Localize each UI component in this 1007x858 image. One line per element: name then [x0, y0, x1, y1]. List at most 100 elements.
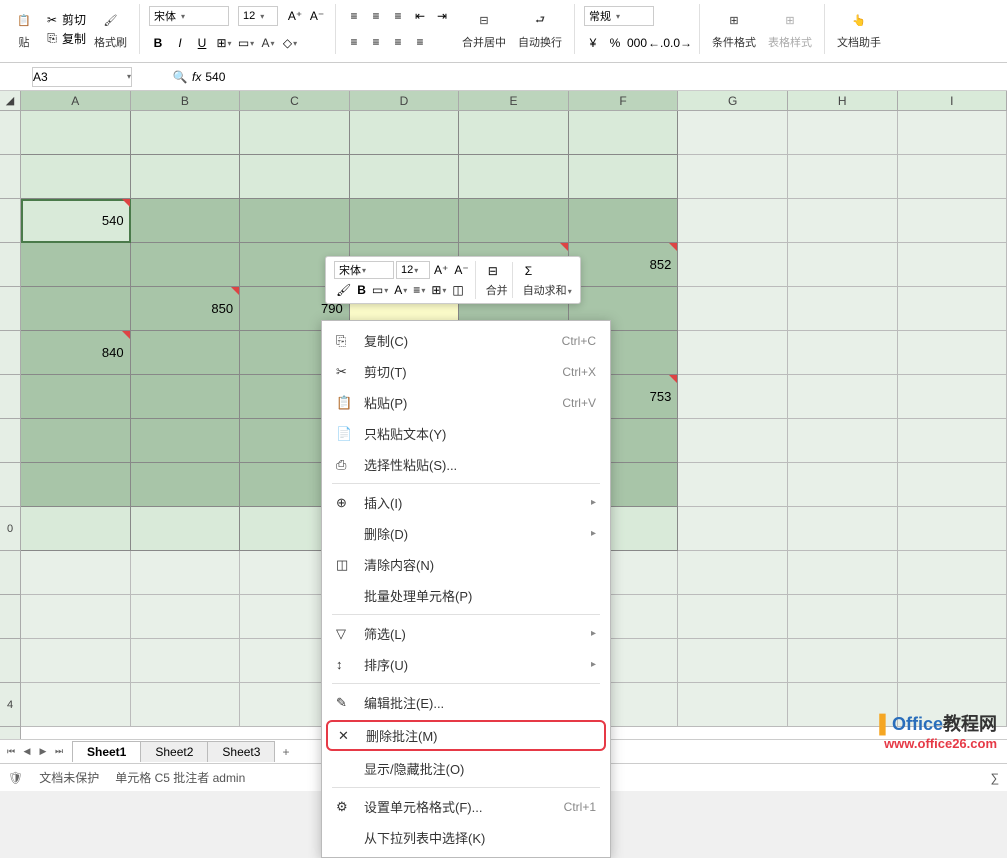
- align-middle-button[interactable]: ≡: [366, 6, 386, 26]
- cell-G5[interactable]: [678, 287, 788, 331]
- col-header-B[interactable]: B: [131, 91, 241, 111]
- menu-delete[interactable]: 删除(D) ▸: [322, 518, 610, 549]
- cell-I13[interactable]: [898, 639, 1007, 683]
- row-header-14[interactable]: 4: [0, 683, 20, 727]
- row-header-5[interactable]: [0, 287, 20, 331]
- align-bottom-button[interactable]: ≡: [388, 6, 408, 26]
- cell-G12[interactable]: [678, 595, 788, 639]
- wrap-text-button[interactable]: ⮐ 自动换行: [514, 6, 566, 52]
- cell-G4[interactable]: [678, 243, 788, 287]
- col-header-I[interactable]: I: [898, 91, 1007, 111]
- increase-font-button[interactable]: A⁺: [285, 6, 305, 26]
- align-top-button[interactable]: ≡: [344, 6, 364, 26]
- mini-decrease-font[interactable]: A⁻: [452, 261, 470, 279]
- menu-sort[interactable]: ↕ 排序(U) ▸: [322, 649, 610, 680]
- doc-protect-status[interactable]: 文档未保护: [39, 769, 99, 786]
- decrease-decimal-button[interactable]: ←.0: [649, 33, 669, 53]
- cell-A8[interactable]: [21, 419, 131, 463]
- cell-A11[interactable]: [21, 551, 131, 595]
- formula-input[interactable]: 540: [201, 68, 1003, 86]
- font-color-button[interactable]: A▾: [258, 33, 278, 53]
- cell-G1[interactable]: [678, 111, 788, 155]
- cell-H5[interactable]: [788, 287, 898, 331]
- cell-E3[interactable]: [459, 199, 569, 243]
- conditional-format-button[interactable]: ⊞ 条件格式: [708, 6, 760, 52]
- col-header-D[interactable]: D: [350, 91, 460, 111]
- cell-C3[interactable]: [240, 199, 350, 243]
- bold-button[interactable]: B: [148, 33, 168, 53]
- cell-D2[interactable]: [350, 155, 460, 199]
- col-header-C[interactable]: C: [240, 91, 350, 111]
- cell-H7[interactable]: [788, 375, 898, 419]
- paste-button[interactable]: 📋 贴: [8, 6, 40, 52]
- row-header-7[interactable]: [0, 375, 20, 419]
- cell-B10[interactable]: [131, 507, 241, 551]
- col-header-A[interactable]: A: [21, 91, 131, 111]
- cell-I7[interactable]: [898, 375, 1007, 419]
- cell-I2[interactable]: [898, 155, 1007, 199]
- col-header-H[interactable]: H: [788, 91, 898, 111]
- menu-pick-from-list[interactable]: 从下拉列表中选择(K): [322, 822, 610, 853]
- cell-B11[interactable]: [131, 551, 241, 595]
- row-header-8[interactable]: [0, 419, 20, 463]
- cell-I10[interactable]: [898, 507, 1007, 551]
- cell-B9[interactable]: [131, 463, 241, 507]
- row-header-13[interactable]: [0, 639, 20, 683]
- row-header-11[interactable]: [0, 551, 20, 595]
- mini-format-painter[interactable]: 🖌: [334, 281, 353, 299]
- increase-decimal-button[interactable]: .0→: [671, 33, 691, 53]
- cell-B3[interactable]: [131, 199, 241, 243]
- select-all-corner[interactable]: ◢: [0, 91, 20, 111]
- row-header-3[interactable]: [0, 199, 20, 243]
- add-sheet-button[interactable]: +: [274, 742, 297, 762]
- cell-H13[interactable]: [788, 639, 898, 683]
- cell-H12[interactable]: [788, 595, 898, 639]
- cell-E1[interactable]: [459, 111, 569, 155]
- align-right-button[interactable]: ≡: [388, 32, 408, 52]
- cell-F2[interactable]: [569, 155, 679, 199]
- cell-F4[interactable]: 852: [569, 243, 679, 287]
- underline-button[interactable]: U: [192, 33, 212, 53]
- cell-G3[interactable]: [678, 199, 788, 243]
- cell-H8[interactable]: [788, 419, 898, 463]
- cell-H6[interactable]: [788, 331, 898, 375]
- percent-button[interactable]: %: [605, 33, 625, 53]
- cell-A14[interactable]: [21, 683, 131, 727]
- cell-A2[interactable]: [21, 155, 131, 199]
- cell-F1[interactable]: [569, 111, 679, 155]
- indent-increase-button[interactable]: ⇥: [432, 6, 452, 26]
- cell-C2[interactable]: [240, 155, 350, 199]
- doc-helper-button[interactable]: 👆 文档助手: [833, 6, 885, 52]
- cell-B4[interactable]: [131, 243, 241, 287]
- menu-copy[interactable]: ⎘ 复制(C) Ctrl+C: [322, 325, 610, 356]
- mini-align[interactable]: ≡▾: [411, 281, 427, 299]
- cell-A1[interactable]: [21, 111, 131, 155]
- sheet-nav-first[interactable]: ⏮: [4, 744, 18, 760]
- menu-paste-special[interactable]: ⎙ 选择性粘贴(S)...: [322, 449, 610, 480]
- cell-I3[interactable]: [898, 199, 1007, 243]
- cell-I1[interactable]: [898, 111, 1007, 155]
- cell-B5[interactable]: 850: [131, 287, 241, 331]
- cell-A5[interactable]: [21, 287, 131, 331]
- cell-I8[interactable]: [898, 419, 1007, 463]
- cell-G9[interactable]: [678, 463, 788, 507]
- cell-I11[interactable]: [898, 551, 1007, 595]
- cell-D1[interactable]: [350, 111, 460, 155]
- mini-font-color[interactable]: A▾: [392, 281, 409, 299]
- cell-A12[interactable]: [21, 595, 131, 639]
- mini-eraser[interactable]: ◫: [450, 281, 465, 299]
- menu-delete-comment[interactable]: ✕ 删除批注(M): [326, 720, 606, 751]
- cell-A13[interactable]: [21, 639, 131, 683]
- menu-cut[interactable]: ✂ 剪切(T) Ctrl+X: [322, 356, 610, 387]
- cell-G6[interactable]: [678, 331, 788, 375]
- font-size-select[interactable]: 12 ▾: [238, 6, 278, 26]
- cell-G14[interactable]: [678, 683, 788, 727]
- sheet-nav-last[interactable]: ⏭: [52, 744, 66, 760]
- cell-G8[interactable]: [678, 419, 788, 463]
- cell-A4[interactable]: [21, 243, 131, 287]
- mini-font-name[interactable]: 宋体▾: [334, 261, 394, 279]
- menu-filter[interactable]: ▽ 筛选(L) ▸: [322, 618, 610, 649]
- currency-button[interactable]: ¥: [583, 33, 603, 53]
- mini-bold[interactable]: B: [355, 281, 368, 299]
- menu-paste-text[interactable]: 📄 只粘贴文本(Y): [322, 418, 610, 449]
